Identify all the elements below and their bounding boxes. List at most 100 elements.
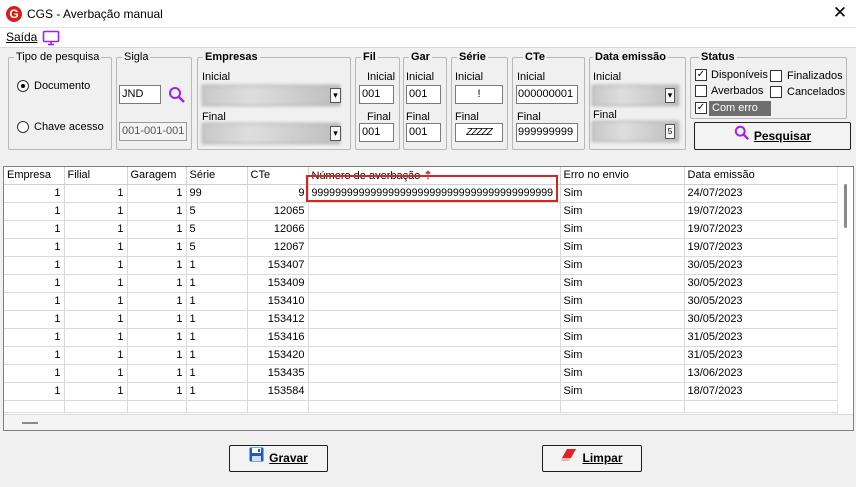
column-header[interactable]: Garagem (127, 167, 187, 185)
table-cell[interactable]: 18/07/2023 (684, 382, 839, 401)
table-cell[interactable]: 1 (4, 184, 65, 203)
table-cell[interactable]: 1 (4, 310, 65, 329)
table-cell[interactable]: Sim (560, 238, 685, 257)
table-cell[interactable]: 30/05/2023 (684, 310, 839, 329)
table-cell[interactable]: 30/05/2023 (684, 274, 839, 293)
disponiveis-label[interactable]: Disponíveis (711, 69, 768, 82)
table-cell[interactable]: Sim (560, 184, 685, 203)
table-cell[interactable]: 5 (186, 220, 248, 239)
table-cell[interactable]: 153407 (247, 256, 309, 275)
table-cell[interactable]: 30/05/2023 (684, 256, 839, 275)
table-row[interactable]: 1 1 1 5 12067 Sim 19/07/2023 (4, 238, 839, 257)
cte-final-input[interactable]: 999999999 (516, 123, 578, 142)
gravar-button[interactable]: Gravar (229, 445, 328, 472)
table-cell[interactable]: 1 (4, 382, 65, 401)
table-cell[interactable]: 1 (4, 328, 65, 347)
documento-label[interactable]: Documento (34, 80, 90, 93)
serie-final-input[interactable]: ZZZZZ (455, 123, 503, 142)
cancelados-label[interactable]: Cancelados (787, 86, 845, 99)
table-cell[interactable]: 1 (186, 292, 248, 311)
horizontal-scrollbar[interactable] (4, 414, 853, 430)
table-row[interactable]: 1 1 1 1 153416 Sim 31/05/2023 (4, 328, 839, 347)
table-cell[interactable]: 99 (186, 184, 248, 203)
table-cell[interactable]: 153416 (247, 328, 309, 347)
table-cell[interactable]: 19/07/2023 (684, 202, 839, 221)
table-cell[interactable]: 1 (127, 274, 187, 293)
table-cell[interactable]: Sim (560, 256, 685, 275)
table-cell[interactable]: 153584 (247, 382, 309, 401)
scrollbar-thumb[interactable] (844, 184, 847, 228)
table-cell[interactable]: 1 (186, 256, 248, 275)
table-cell[interactable] (308, 364, 561, 383)
pesquisar-button[interactable]: Pesquisar (694, 122, 851, 150)
chave-acesso-radio[interactable] (17, 121, 29, 133)
table-cell[interactable]: Sim (560, 292, 685, 311)
table-cell[interactable]: 1 (186, 328, 248, 347)
table-cell[interactable]: 153410 (247, 292, 309, 311)
table-cell[interactable]: 1 (4, 202, 65, 221)
table-cell[interactable]: 12066 (247, 220, 309, 239)
fil-inicial-input[interactable]: 001 (359, 85, 394, 104)
table-cell[interactable]: Sim (560, 274, 685, 293)
scrollbar-thumb[interactable] (22, 422, 38, 424)
table-cell[interactable] (308, 292, 561, 311)
table-cell[interactable] (308, 256, 561, 275)
column-header[interactable]: Empresa (4, 167, 65, 185)
table-cell[interactable]: 12065 (247, 202, 309, 221)
table-cell[interactable]: 24/07/2023 (684, 184, 839, 203)
chave-acesso-input[interactable]: 001-001-001 (119, 122, 187, 141)
disponiveis-checkbox[interactable]: ✓ (695, 69, 707, 81)
table-cell[interactable]: 1 (64, 310, 128, 329)
table-cell[interactable]: 1 (64, 328, 128, 347)
table-cell[interactable] (308, 202, 561, 221)
table-cell[interactable]: 1 (4, 364, 65, 383)
limpar-button[interactable]: Limpar (542, 445, 642, 472)
table-cell[interactable]: 1 (127, 292, 187, 311)
table-cell[interactable]: 1 (127, 220, 187, 239)
table-cell[interactable]: Sim (560, 202, 685, 221)
table-row[interactable]: 1 1 1 5 12065 Sim 19/07/2023 (4, 202, 839, 221)
table-cell[interactable]: 1 (64, 238, 128, 257)
table-cell[interactable]: 1 (64, 292, 128, 311)
table-row[interactable]: 1 1 1 1 153410 Sim 30/05/2023 (4, 292, 839, 311)
gar-final-input[interactable]: 001 (406, 123, 441, 142)
table-cell[interactable]: 1 (127, 202, 187, 221)
table-cell[interactable]: 1 (186, 346, 248, 365)
table-row[interactable]: 1 1 1 1 153584 Sim 18/07/2023 (4, 382, 839, 401)
table-cell[interactable]: 1 (64, 382, 128, 401)
averbados-checkbox[interactable] (695, 85, 707, 97)
table-cell[interactable]: 5 (186, 202, 248, 221)
table-cell[interactable]: 153435 (247, 364, 309, 383)
table-cell[interactable]: 1 (186, 274, 248, 293)
table-cell[interactable]: 1 (186, 364, 248, 383)
column-header[interactable]: CTe (247, 167, 309, 185)
averbados-label[interactable]: Averbados (711, 85, 763, 98)
table-cell[interactable]: 1 (4, 238, 65, 257)
table-cell[interactable]: 5 (186, 238, 248, 257)
table-row[interactable]: 1 1 1 1 153409 Sim 30/05/2023 (4, 274, 839, 293)
column-header[interactable]: Filial (64, 167, 128, 185)
table-cell[interactable]: 13/06/2023 (684, 364, 839, 383)
table-cell[interactable]: 1 (127, 364, 187, 383)
table-cell[interactable] (308, 220, 561, 239)
table-cell[interactable]: Sim (560, 220, 685, 239)
search-icon[interactable] (168, 86, 186, 107)
table-cell[interactable]: 1 (64, 220, 128, 239)
table-cell[interactable]: 31/05/2023 (684, 328, 839, 347)
results-grid[interactable]: Empresa Filial Garagem Série CTe Número … (3, 166, 854, 431)
column-header[interactable]: Data emissão (684, 167, 839, 185)
empresa-final-select[interactable] (202, 123, 340, 144)
fil-final-input[interactable]: 001 (359, 123, 394, 142)
table-cell[interactable]: 1 (4, 274, 65, 293)
finalizados-checkbox[interactable] (770, 70, 782, 82)
com-erro-label[interactable]: Com erro (709, 101, 771, 116)
table-cell[interactable] (308, 238, 561, 257)
table-cell[interactable]: 1 (64, 274, 128, 293)
sigla-input[interactable]: JND (119, 85, 161, 104)
table-cell[interactable]: 1 (64, 202, 128, 221)
table-cell[interactable] (308, 328, 561, 347)
table-cell[interactable] (308, 382, 561, 401)
table-cell[interactable]: 1 (64, 364, 128, 383)
table-cell[interactable]: 30/05/2023 (684, 292, 839, 311)
table-cell[interactable]: Sim (560, 328, 685, 347)
